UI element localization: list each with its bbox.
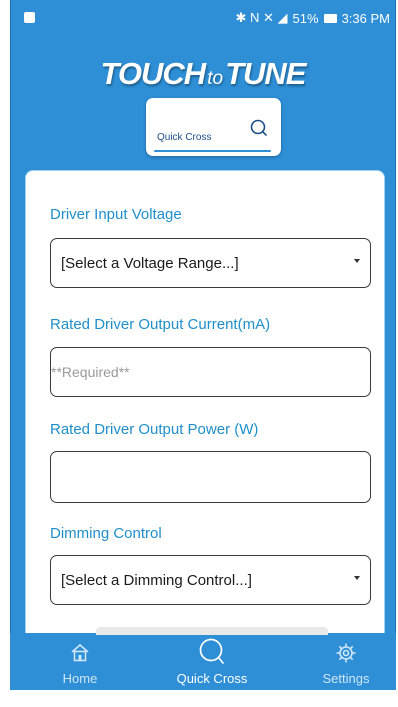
tab-underline [154,150,271,152]
chevron-down-icon [354,259,360,263]
logo-tune: TUNE [225,56,306,91]
dimming-control-select[interactable]: [Select a Dimming Control...] [50,555,371,605]
nav-settings-label: Settings [322,671,370,686]
rated-output-current-field [50,347,371,397]
rated-output-current-label: Rated Driver Output Current(mA) [50,316,271,333]
notification-icon [24,12,35,23]
rated-output-power-input[interactable] [51,468,370,486]
bottom-navigation: Home Quick Cross Settings [10,627,396,690]
dimming-control-label: Dimming Control [50,525,162,542]
clock: 3:36 PM [341,10,390,26]
rated-output-current-input[interactable] [51,363,370,381]
nav-home[interactable]: Home [48,633,112,690]
battery-icon [323,13,337,23]
nav-quick-cross-label: Quick Cross [176,671,248,686]
driver-input-voltage-select[interactable]: [Select a Voltage Range...] [50,238,371,288]
app-logo: TOUCH toTUNE [10,56,396,92]
status-icons: ✱ N ✕ ◢ [235,10,288,25]
logo-to: to [207,68,224,89]
quick-cross-form: Driver Input Voltage [Select a Voltage R… [25,170,385,650]
search-icon [249,118,269,143]
quick-cross-tab-label: Quick Cross [157,132,212,143]
logo-touch: TOUCH [100,56,207,91]
dimming-control-value: [Select a Dimming Control...] [61,571,252,589]
nav-settings[interactable]: Settings [310,633,382,690]
rated-output-power-label: Rated Driver Output Power (W) [50,421,259,438]
nav-home-label: Home [62,671,98,686]
gear-icon [335,642,357,669]
driver-input-voltage-value: [Select a Voltage Range...] [61,254,239,272]
driver-input-voltage-label: Driver Input Voltage [50,206,182,223]
nav-quick-cross[interactable]: Quick Cross [160,633,264,690]
status-bar: ✱ N ✕ ◢ 51% 3:36 PM [10,0,396,36]
battery-percent: 51% [292,10,319,26]
status-right: ✱ N ✕ ◢ 51% 3:36 PM [236,10,390,26]
app-screen: ✱ N ✕ ◢ 51% 3:36 PM TOUCH toTUNE Quick Cr… [10,0,396,690]
search-icon [198,637,226,672]
rated-output-power-field [50,451,371,503]
quick-cross-tab[interactable]: Quick Cross [146,98,281,156]
chevron-down-icon [354,576,360,580]
home-icon [70,643,90,668]
